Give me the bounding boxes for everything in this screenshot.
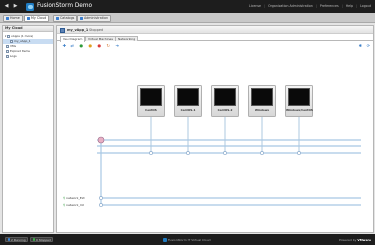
vapp-icon <box>10 40 13 43</box>
vmware-logo: VMware <box>357 237 371 242</box>
reset-icon[interactable]: ↻ <box>106 43 111 49</box>
vapp-icon <box>60 27 65 33</box>
vm-name: Windows <box>254 108 270 112</box>
network-label[interactable]: ⚲ network_Ext <box>63 196 85 200</box>
vapp-tabs: Veu Diagram Virtual Machines Networking <box>57 35 373 42</box>
network-icon: ⚲ <box>63 196 66 200</box>
add-vm-icon[interactable]: ✚ <box>62 43 67 49</box>
refresh-icon[interactable]: ⟳ <box>366 43 371 49</box>
network-connections <box>97 117 361 207</box>
vm-console-thumbnail[interactable] <box>140 88 162 106</box>
main-tab-bar: Home My Cloud Catalogs Administration <box>0 13 375 23</box>
logout-link[interactable]: Logout <box>360 4 371 9</box>
cloud-icon <box>27 17 30 20</box>
tab-catalogs-label: Catalogs <box>60 16 75 20</box>
vapp-diagram-canvas: CentOS CentOS-1 CentOS-2 Windows Windows… <box>61 52 367 232</box>
sidebar-title: My Cloud <box>3 26 53 32</box>
top-bar: ◀ ▶ FusionStorm Demo License | Organizati… <box>0 0 375 13</box>
app-title: FusionStorm Demo <box>37 3 93 9</box>
running-icon <box>7 238 10 241</box>
stopped-icon <box>32 238 35 241</box>
vm-card[interactable]: CentOS <box>137 85 165 117</box>
tab-administration-label: Administration <box>84 16 109 20</box>
logs-icon <box>6 55 9 58</box>
add-network-icon[interactable]: ⇄ <box>70 43 75 49</box>
start-icon[interactable]: ● <box>79 43 84 49</box>
footer-title: FusionStorm IT Virtual Cloud <box>168 237 211 242</box>
org-admin-link[interactable]: Organization Administration <box>268 4 313 9</box>
status-bar: 2 Running 0 Stopped FusionStorm IT Virtu… <box>0 234 375 245</box>
powered-by: Powered by VMware <box>339 237 371 242</box>
help-link[interactable]: Help <box>346 4 353 9</box>
sidebar-item-label: Expired Items <box>10 49 30 53</box>
tab-networking[interactable]: Networking <box>115 35 139 41</box>
home-icon <box>6 17 9 20</box>
edge-router-icon[interactable] <box>97 136 105 144</box>
catalog-icon <box>56 17 59 20</box>
tab-home[interactable]: Home <box>3 15 23 22</box>
move-icon[interactable]: ➔ <box>115 43 120 49</box>
network-label[interactable]: ⚲ network_Int <box>63 203 84 207</box>
sidebar-item-label: vApps (1 more) <box>11 34 34 38</box>
main-panel: my_vApp_1 Stopped Veu Diagram Virtual Ma… <box>56 25 374 233</box>
tab-my-cloud-label: My Cloud <box>31 16 47 20</box>
preferences-link[interactable]: Preferences <box>320 4 339 9</box>
tab-administration[interactable]: Administration <box>77 15 112 22</box>
sidebar-item-label: Logs <box>10 54 17 58</box>
sidebar-item-label: my_vApp_1 <box>14 39 31 43</box>
network-icon: ⚲ <box>63 203 66 207</box>
license-link[interactable]: License <box>249 4 261 9</box>
settings-icon[interactable]: ✱ <box>358 43 363 49</box>
sidebar-item-logs[interactable]: Logs <box>3 54 53 59</box>
vm-console-thumbnail[interactable] <box>214 88 236 106</box>
top-links: License | Organization Administration | Pr… <box>248 4 371 9</box>
vm-console-thumbnail[interactable] <box>251 88 273 106</box>
tab-my-cloud[interactable]: My Cloud <box>24 15 50 22</box>
tab-vapp-diagram[interactable]: Veu Diagram <box>60 35 86 42</box>
vm-name: CentOS-1 <box>180 108 196 112</box>
stopped-tasks-button[interactable]: 0 Stopped <box>30 237 54 242</box>
tab-catalogs[interactable]: Catalogs <box>53 15 78 22</box>
admin-icon <box>80 17 83 20</box>
vm-name: CentOS <box>145 108 157 112</box>
back-icon[interactable]: ◀ <box>3 3 10 10</box>
cloud-logo-icon <box>163 237 167 242</box>
vm-console-thumbnail[interactable] <box>288 88 310 106</box>
vm-card[interactable]: Windows <box>248 85 276 117</box>
sidebar: My Cloud ▾ vApps (1 more) my_vApp_1 VMs … <box>2 25 54 233</box>
sidebar-item-label: VMs <box>10 44 16 48</box>
vm-name: CentOS-2 <box>217 108 233 112</box>
tab-virtual-machines[interactable]: Virtual Machines <box>85 35 116 41</box>
stop-icon[interactable]: ● <box>97 43 102 49</box>
vm-card[interactable]: CentOS-1 <box>174 85 202 117</box>
running-tasks-button[interactable]: 2 Running <box>5 237 29 242</box>
vapp-header: my_vApp_1 Stopped <box>57 26 373 34</box>
vm-name: Windows/CentOS <box>286 108 313 112</box>
tab-home-label: Home <box>10 16 20 20</box>
expired-icon <box>6 50 9 53</box>
vapps-folder-icon <box>7 35 10 38</box>
vm-icon <box>6 45 9 48</box>
cloud-logo-icon <box>26 2 34 11</box>
vm-console-thumbnail[interactable] <box>177 88 199 106</box>
forward-icon[interactable]: ▶ <box>12 3 19 10</box>
vm-card[interactable]: CentOS-2 <box>211 85 239 117</box>
suspend-icon[interactable]: ● <box>88 43 93 49</box>
vapp-status: Stopped <box>89 27 104 32</box>
vm-card[interactable]: Windows/CentOS <box>285 85 313 117</box>
vapp-name: my_vApp_1 <box>67 27 89 32</box>
